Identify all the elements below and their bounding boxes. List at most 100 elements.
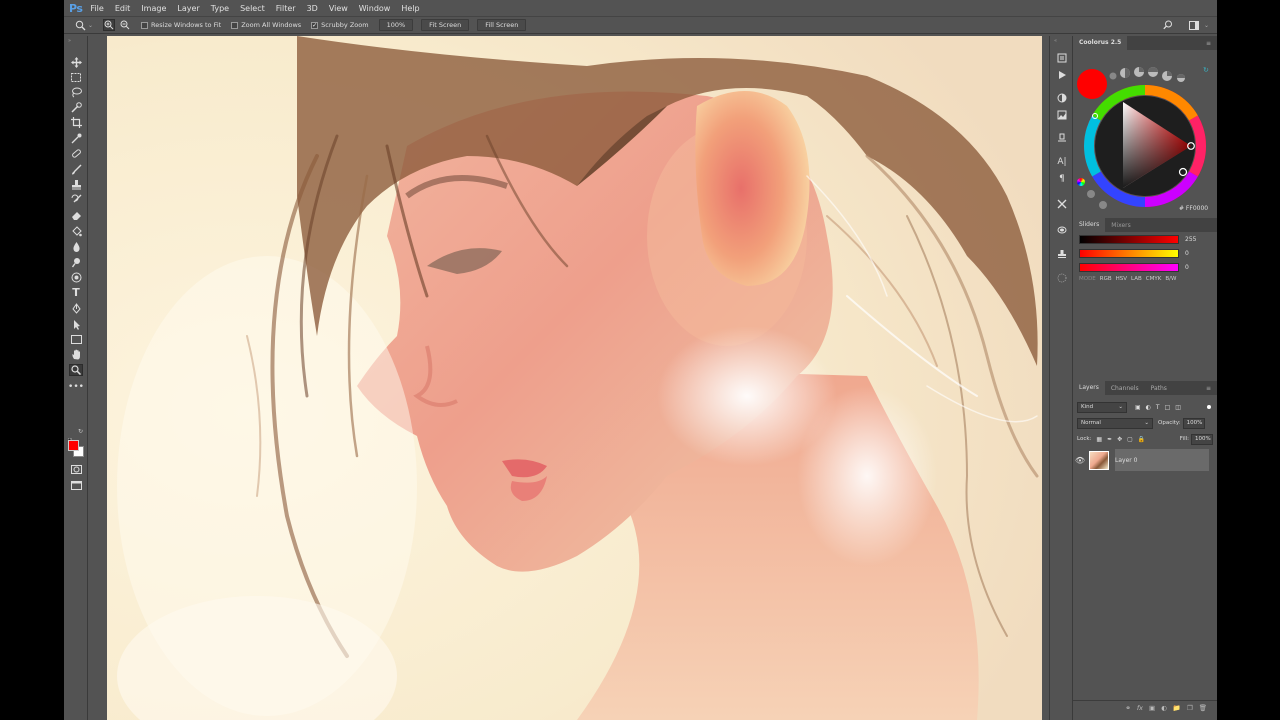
brush-tool-icon[interactable] [69, 163, 83, 175]
type-filter-icon[interactable]: T [1156, 404, 1160, 411]
pen-tool-icon[interactable] [69, 302, 83, 314]
screen-mode-icon[interactable] [69, 479, 83, 491]
kind-filter-select[interactable]: Kind ⌄ [1077, 401, 1127, 413]
marquee-tool-icon[interactable] [69, 71, 83, 83]
delete-layer-icon[interactable]: 🗑 [1199, 704, 1207, 712]
fx-icon[interactable]: fx [1137, 704, 1143, 712]
layer-row[interactable]: 👁 Layer 0 [1073, 449, 1209, 471]
crop-tool-icon[interactable] [69, 116, 83, 128]
strip-collapse-icon[interactable]: « [1054, 38, 1057, 44]
preset-chevron-icon[interactable]: ⌄ [88, 22, 93, 29]
opacity-input[interactable]: 100% [1182, 417, 1205, 429]
add-mask-icon[interactable]: ▣ [1149, 704, 1155, 712]
character-panel-icon[interactable]: A| [1055, 156, 1069, 168]
gradient-tool-icon[interactable] [69, 225, 83, 237]
quick-selection-tool-icon[interactable] [69, 101, 83, 113]
menu-window[interactable]: Window [359, 4, 391, 13]
foreground-color-swatch[interactable] [68, 440, 79, 451]
adjustment-filter-icon[interactable]: ◐ [1146, 404, 1151, 411]
move-tool-icon[interactable] [69, 56, 83, 68]
new-group-icon[interactable]: 📁 [1173, 704, 1181, 712]
workspace-chevron-icon[interactable]: ⌄ [1204, 22, 1209, 29]
menu-type[interactable]: Type [211, 4, 229, 13]
hue-mode-icon[interactable] [1077, 178, 1085, 186]
menu-edit[interactable]: Edit [115, 4, 131, 13]
lock-artboard-icon[interactable]: ▢ [1127, 436, 1133, 443]
lasso-tool-icon[interactable] [69, 86, 83, 98]
menu-view[interactable]: View [329, 4, 348, 13]
red-slider[interactable]: 255 [1079, 234, 1211, 245]
swap-colors-icon[interactable]: ↻ [78, 428, 83, 435]
color-wheel[interactable] [1079, 80, 1211, 212]
green-slider[interactable]: 0 [1079, 248, 1211, 259]
eyedropper-tool-icon[interactable] [69, 132, 83, 144]
smart-filter-icon[interactable]: ◫ [1175, 404, 1181, 411]
swatches-panel-icon[interactable] [1055, 109, 1069, 121]
menu-filter[interactable]: Filter [276, 4, 296, 13]
layer-name-cell[interactable]: Layer 0 [1115, 449, 1209, 471]
eraser-tool-icon[interactable] [69, 209, 83, 221]
tab-mixers[interactable]: Mixers [1105, 222, 1137, 229]
history-brush-tool-icon[interactable] [69, 193, 83, 205]
menu-3d[interactable]: 3D [307, 4, 318, 13]
zoom-tool-preset-icon[interactable] [74, 19, 86, 31]
zoom-100-button[interactable]: 100% [378, 19, 414, 31]
search-icon[interactable] [1162, 19, 1174, 31]
menu-file[interactable]: File [90, 4, 103, 13]
tab-sliders[interactable]: Sliders [1073, 218, 1106, 232]
wheel-mode-icon[interactable] [1087, 190, 1095, 198]
fill-input[interactable]: 100% [1191, 433, 1213, 445]
green-value[interactable]: 0 [1185, 250, 1201, 257]
scrubby-zoom-checkbox[interactable]: ✓ Scrubby Zoom [311, 21, 369, 29]
default-colors-icon[interactable] [67, 428, 73, 443]
blend-mode-select[interactable]: Normal ⌄ [1077, 417, 1153, 429]
mode-bw[interactable]: B/W [1165, 276, 1176, 282]
lock-position-icon[interactable]: ✥ [1117, 436, 1122, 443]
hex-value[interactable]: # FF0000 [1179, 205, 1208, 212]
red-value[interactable]: 255 [1185, 236, 1201, 243]
zoom-out-icon[interactable] [119, 19, 131, 31]
link-layers-icon[interactable]: ⚭ [1125, 704, 1130, 712]
tab-layers[interactable]: Layers [1073, 381, 1105, 395]
coolorus-plugin-icon[interactable] [1055, 272, 1069, 284]
mode-lab[interactable]: LAB [1131, 276, 1142, 282]
layer-name[interactable]: Layer 0 [1115, 457, 1137, 464]
layer-thumbnail[interactable] [1089, 450, 1109, 470]
hand-tool-icon[interactable] [69, 348, 83, 360]
filter-toggle-icon[interactable] [1207, 405, 1211, 409]
brushes-panel-icon[interactable] [1055, 224, 1069, 236]
resize-windows-checkbox[interactable]: Resize Windows to Fit [141, 21, 221, 29]
adjustments-panel-icon[interactable] [1055, 132, 1069, 144]
new-layer-icon[interactable]: ❐ [1187, 704, 1193, 712]
lock-all-icon[interactable]: 🔒 [1138, 436, 1145, 443]
coolorus-title[interactable]: Coolorus 2.5 [1073, 36, 1128, 50]
tab-paths[interactable]: Paths [1145, 385, 1173, 392]
clone-source-icon[interactable] [1055, 248, 1069, 260]
refresh-icon[interactable]: ↻ [1203, 66, 1209, 74]
menu-select[interactable]: Select [240, 4, 265, 13]
dodge-tool-icon[interactable] [69, 256, 83, 268]
shape-filter-icon[interactable]: □ [1165, 404, 1171, 411]
menu-help[interactable]: Help [401, 4, 419, 13]
history-panel-icon[interactable] [1055, 52, 1069, 64]
lock-transparent-icon[interactable]: ▦ [1096, 436, 1102, 443]
actions-panel-icon[interactable] [1055, 69, 1069, 81]
zoom-all-checkbox[interactable]: Zoom All Windows [231, 21, 301, 29]
blue-value[interactable]: 0 [1185, 264, 1201, 271]
tool-presets-icon[interactable] [1055, 198, 1069, 210]
clone-stamp-tool-icon[interactable] [69, 178, 83, 190]
healing-brush-tool-icon[interactable] [69, 147, 83, 159]
zoom-in-icon[interactable] [103, 19, 116, 31]
pixel-filter-icon[interactable]: ▣ [1135, 404, 1141, 411]
lock-pixels-icon[interactable]: ✒ [1107, 436, 1112, 443]
zoom-tool-icon[interactable] [69, 364, 83, 376]
path-selection-tool-icon[interactable] [69, 318, 83, 330]
adjustment-layer-icon[interactable]: ◐ [1161, 704, 1167, 712]
menu-image[interactable]: Image [141, 4, 166, 13]
type-tool-icon[interactable]: T [69, 286, 83, 299]
more-tools-icon[interactable]: ••• [68, 381, 84, 393]
lock-icons[interactable]: ▦ ✒ ✥ ▢ 🔒 [1096, 436, 1145, 443]
mode-rgb[interactable]: RGB [1100, 276, 1112, 282]
layers-menu-icon[interactable]: ≡ [1200, 385, 1217, 392]
document-canvas[interactable] [107, 36, 1042, 720]
